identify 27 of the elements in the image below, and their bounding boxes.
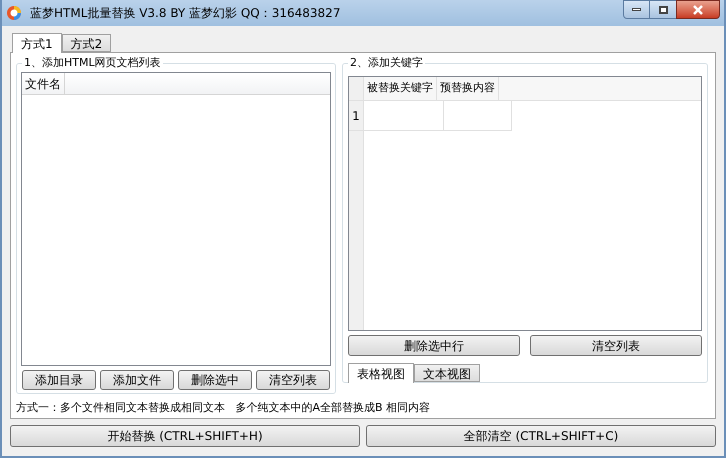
column-header[interactable]: 被替换关键字 <box>364 77 437 100</box>
column-header[interactable]: 文件名 <box>22 73 65 94</box>
tab[interactable]: 文本视图 <box>414 364 480 382</box>
group-title: 1、添加HTML网页文档列表 <box>22 56 163 70</box>
minimize-button[interactable] <box>623 0 650 19</box>
action-button[interactable]: 删除选中行 <box>348 335 520 356</box>
tab[interactable]: 方式1 <box>12 33 62 53</box>
close-button[interactable] <box>676 0 720 19</box>
row-number: 1 <box>349 101 364 131</box>
action-button[interactable]: 删除选中 <box>178 370 252 390</box>
action-button[interactable]: 添加文件 <box>100 370 174 390</box>
action-button[interactable]: 清空列表 <box>530 335 702 356</box>
description-text: 方式一：多个文件相同文本替换成相同文本 多个纯文本中的A全部替换成B 相同内容 <box>16 400 432 416</box>
table-cell[interactable] <box>364 101 444 131</box>
column-header[interactable]: 预替换内容 <box>437 77 499 100</box>
table-cell[interactable] <box>444 101 512 131</box>
group-title: 2、添加关键字 <box>348 56 425 70</box>
app-logo-icon <box>6 5 22 21</box>
action-button[interactable]: 开始替换 (CTRL+SHIFT+H) <box>10 425 360 447</box>
close-icon <box>692 4 704 14</box>
action-button[interactable]: 添加目录 <box>22 370 96 390</box>
tab[interactable]: 表格视图 <box>348 363 414 383</box>
maximize-button[interactable] <box>650 0 676 19</box>
window-title: 蓝梦HTML批量替换 V3.8 BY 蓝梦幻影 QQ：316483827 <box>30 5 340 22</box>
action-button[interactable]: 清空列表 <box>256 370 330 390</box>
action-button[interactable]: 全部清空 (CTRL+SHIFT+C) <box>366 425 716 447</box>
tab[interactable]: 方式2 <box>62 34 112 52</box>
